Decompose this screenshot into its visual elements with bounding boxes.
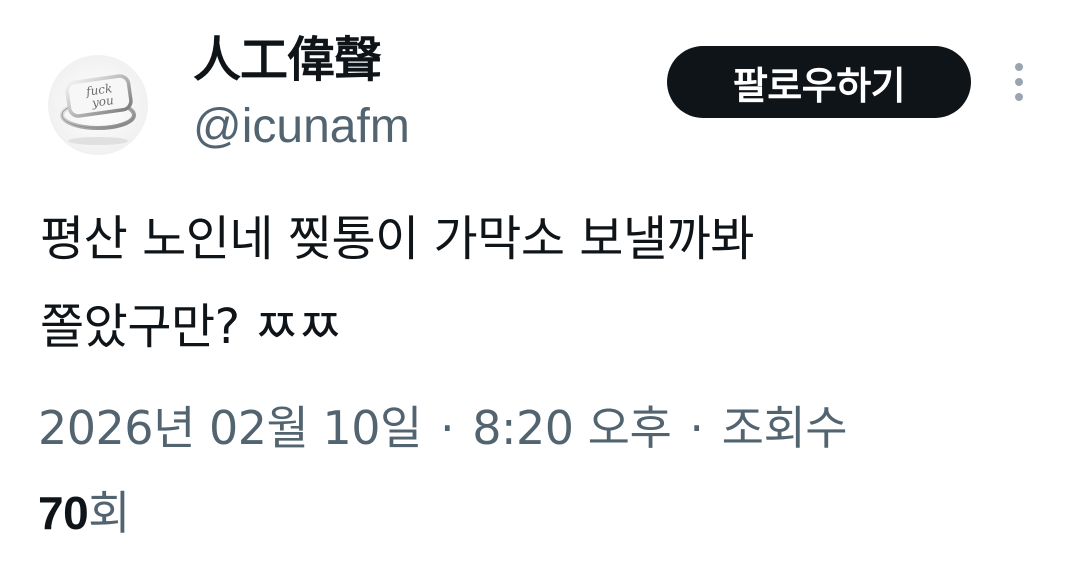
- tweet-text-line: 평산 노인네 찢통이 가막소 보낼까봐: [40, 211, 754, 267]
- meta-separator: ·: [689, 401, 704, 455]
- follow-button[interactable]: 팔로우하기: [667, 46, 971, 118]
- follow-button-label: 팔로우하기: [732, 63, 906, 108]
- meta-separator: ·: [439, 401, 455, 455]
- author-handle[interactable]: @icunafm: [193, 97, 410, 157]
- tweet-meta: 2026년 02월 10일 · 8:20 오후 · 조회수: [38, 395, 848, 461]
- avatar[interactable]: fuck you: [48, 55, 148, 155]
- views-unit: 회: [88, 486, 130, 540]
- author-display-name[interactable]: 人工偉聲: [193, 30, 382, 90]
- views[interactable]: 70회: [38, 480, 130, 546]
- views-count: 70: [38, 487, 89, 539]
- tweet-date[interactable]: 2026년 02월 10일: [38, 401, 422, 455]
- views-label: 조회수: [721, 401, 848, 455]
- tweet-text: 평산 노인네 찢통이 가막소 보낼까봐 쫄았구만? ㅉㅉ: [40, 195, 1000, 371]
- tweet-text-line: 쫄았구만? ㅉㅉ: [40, 299, 342, 355]
- tweet: fuck you 人工偉聲 @icunafm 팔로우하기 평산 노인네 찢통이 …: [0, 0, 1080, 577]
- tweet-time[interactable]: 8:20 오후: [472, 401, 672, 455]
- ring-avatar-icon: fuck you: [48, 55, 148, 155]
- more-vertical-icon[interactable]: [1004, 56, 1034, 108]
